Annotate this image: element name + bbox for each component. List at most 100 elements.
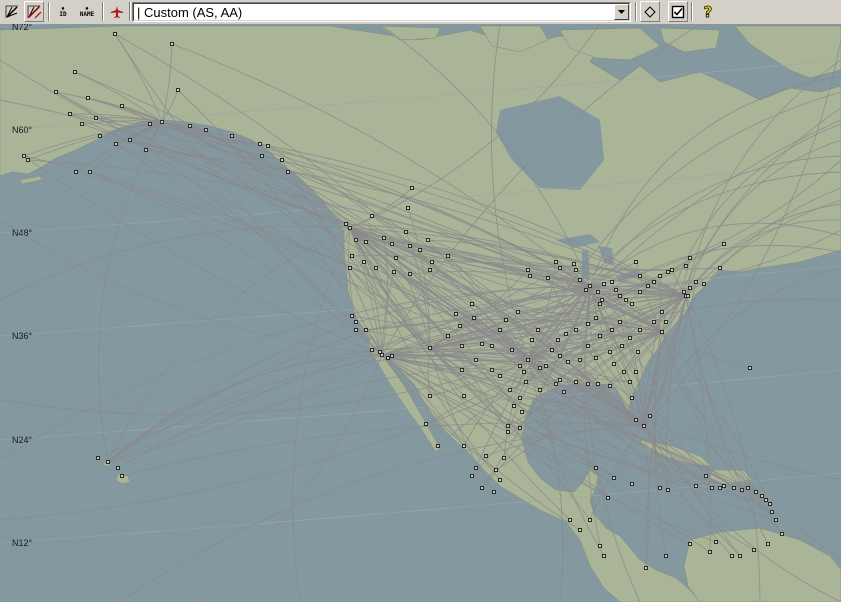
airport-marker[interactable]	[204, 128, 208, 132]
airport-marker[interactable]	[113, 32, 117, 36]
route-map[interactable]: N72°N60°N48°N36°N24°N12°	[0, 24, 841, 602]
airport-marker[interactable]	[106, 460, 110, 464]
airport-marker[interactable]	[768, 502, 772, 506]
airport-marker[interactable]	[544, 364, 548, 368]
airport-marker[interactable]	[424, 422, 428, 426]
airport-marker[interactable]	[526, 358, 530, 362]
checkbox-tool[interactable]	[668, 1, 688, 22]
airport-marker[interactable]	[522, 370, 526, 374]
airport-marker[interactable]	[558, 378, 562, 382]
airport-marker[interactable]	[348, 226, 352, 230]
airport-marker[interactable]	[428, 394, 432, 398]
airport-marker[interactable]	[754, 490, 758, 494]
airport-marker[interactable]	[498, 328, 502, 332]
airport-marker[interactable]	[714, 540, 718, 544]
airport-marker[interactable]	[594, 466, 598, 470]
airport-marker[interactable]	[370, 214, 374, 218]
airport-marker[interactable]	[558, 266, 562, 270]
airport-marker[interactable]	[26, 158, 30, 162]
airport-marker[interactable]	[628, 336, 632, 340]
airport-marker[interactable]	[740, 488, 744, 492]
show-name-toggle[interactable]: ▪ NAME	[75, 1, 99, 22]
airport-marker[interactable]	[566, 360, 570, 364]
diamond-tool[interactable]	[640, 1, 660, 22]
airport-marker[interactable]	[350, 254, 354, 258]
airport-marker[interactable]	[458, 324, 462, 328]
airport-marker[interactable]	[410, 186, 414, 190]
airport-marker[interactable]	[554, 260, 558, 264]
filter-select[interactable]: | Custom (AS, AA)	[132, 2, 631, 22]
airport-marker[interactable]	[574, 268, 578, 272]
airport-marker[interactable]	[520, 410, 524, 414]
airport-marker[interactable]	[710, 486, 714, 490]
airport-marker[interactable]	[54, 90, 58, 94]
airport-marker[interactable]	[494, 468, 498, 472]
airport-marker[interactable]	[350, 314, 354, 318]
airport-marker[interactable]	[610, 280, 614, 284]
airport-marker[interactable]	[430, 260, 434, 264]
airport-marker[interactable]	[462, 394, 466, 398]
airport-marker[interactable]	[286, 170, 290, 174]
airport-marker[interactable]	[584, 288, 588, 292]
route-map-tool[interactable]	[2, 1, 22, 22]
airport-marker[interactable]	[588, 284, 592, 288]
airport-marker[interactable]	[664, 320, 668, 324]
airport-marker[interactable]	[598, 544, 602, 548]
airport-marker[interactable]	[406, 206, 410, 210]
airport-marker[interactable]	[562, 390, 566, 394]
airport-marker[interactable]	[68, 112, 72, 116]
airport-marker[interactable]	[528, 274, 532, 278]
show-id-toggle[interactable]: ▪ ID	[54, 1, 72, 22]
airport-marker[interactable]	[378, 350, 382, 354]
airport-marker[interactable]	[230, 134, 234, 138]
airport-marker[interactable]	[260, 154, 264, 158]
airport-marker[interactable]	[428, 346, 432, 350]
airport-marker[interactable]	[474, 466, 478, 470]
airport-marker[interactable]	[658, 486, 662, 490]
airport-marker[interactable]	[460, 344, 464, 348]
airport-marker[interactable]	[128, 138, 132, 142]
airport-marker[interactable]	[622, 370, 626, 374]
airport-marker[interactable]	[618, 320, 622, 324]
airport-marker[interactable]	[722, 242, 726, 246]
airport-marker[interactable]	[518, 426, 522, 430]
airport-marker[interactable]	[472, 316, 476, 320]
airport-marker[interactable]	[454, 312, 458, 316]
airport-marker[interactable]	[538, 366, 542, 370]
airport-marker[interactable]	[630, 396, 634, 400]
airport-marker[interactable]	[574, 328, 578, 332]
airport-marker[interactable]	[574, 380, 578, 384]
airport-marker[interactable]	[518, 364, 522, 368]
airport-marker[interactable]	[688, 542, 692, 546]
airport-marker[interactable]	[408, 244, 412, 248]
airport-marker[interactable]	[394, 256, 398, 260]
airport-marker[interactable]	[502, 456, 506, 460]
airport-marker[interactable]	[554, 382, 558, 386]
airport-marker[interactable]	[618, 294, 622, 298]
airport-marker[interactable]	[536, 328, 540, 332]
airport-marker[interactable]	[470, 474, 474, 478]
airport-marker[interactable]	[568, 518, 572, 522]
airport-marker[interactable]	[594, 356, 598, 360]
airport-marker[interactable]	[708, 550, 712, 554]
airport-marker[interactable]	[524, 380, 528, 384]
airport-marker[interactable]	[426, 238, 430, 242]
airport-marker[interactable]	[498, 374, 502, 378]
airport-marker[interactable]	[664, 554, 668, 558]
airport-marker[interactable]	[588, 518, 592, 522]
airport-marker[interactable]	[732, 486, 736, 490]
airport-marker[interactable]	[144, 148, 148, 152]
airport-marker[interactable]	[730, 554, 734, 558]
airport-marker[interactable]	[74, 170, 78, 174]
airport-marker[interactable]	[686, 294, 690, 298]
airport-marker[interactable]	[702, 282, 706, 286]
airport-marker[interactable]	[608, 384, 612, 388]
airport-marker[interactable]	[428, 268, 432, 272]
airport-marker[interactable]	[630, 302, 634, 306]
airport-marker[interactable]	[738, 554, 742, 558]
airport-marker[interactable]	[390, 354, 394, 358]
airport-marker[interactable]	[572, 262, 576, 266]
airport-marker[interactable]	[170, 42, 174, 46]
airport-marker[interactable]	[638, 290, 642, 294]
airport-marker[interactable]	[620, 344, 624, 348]
